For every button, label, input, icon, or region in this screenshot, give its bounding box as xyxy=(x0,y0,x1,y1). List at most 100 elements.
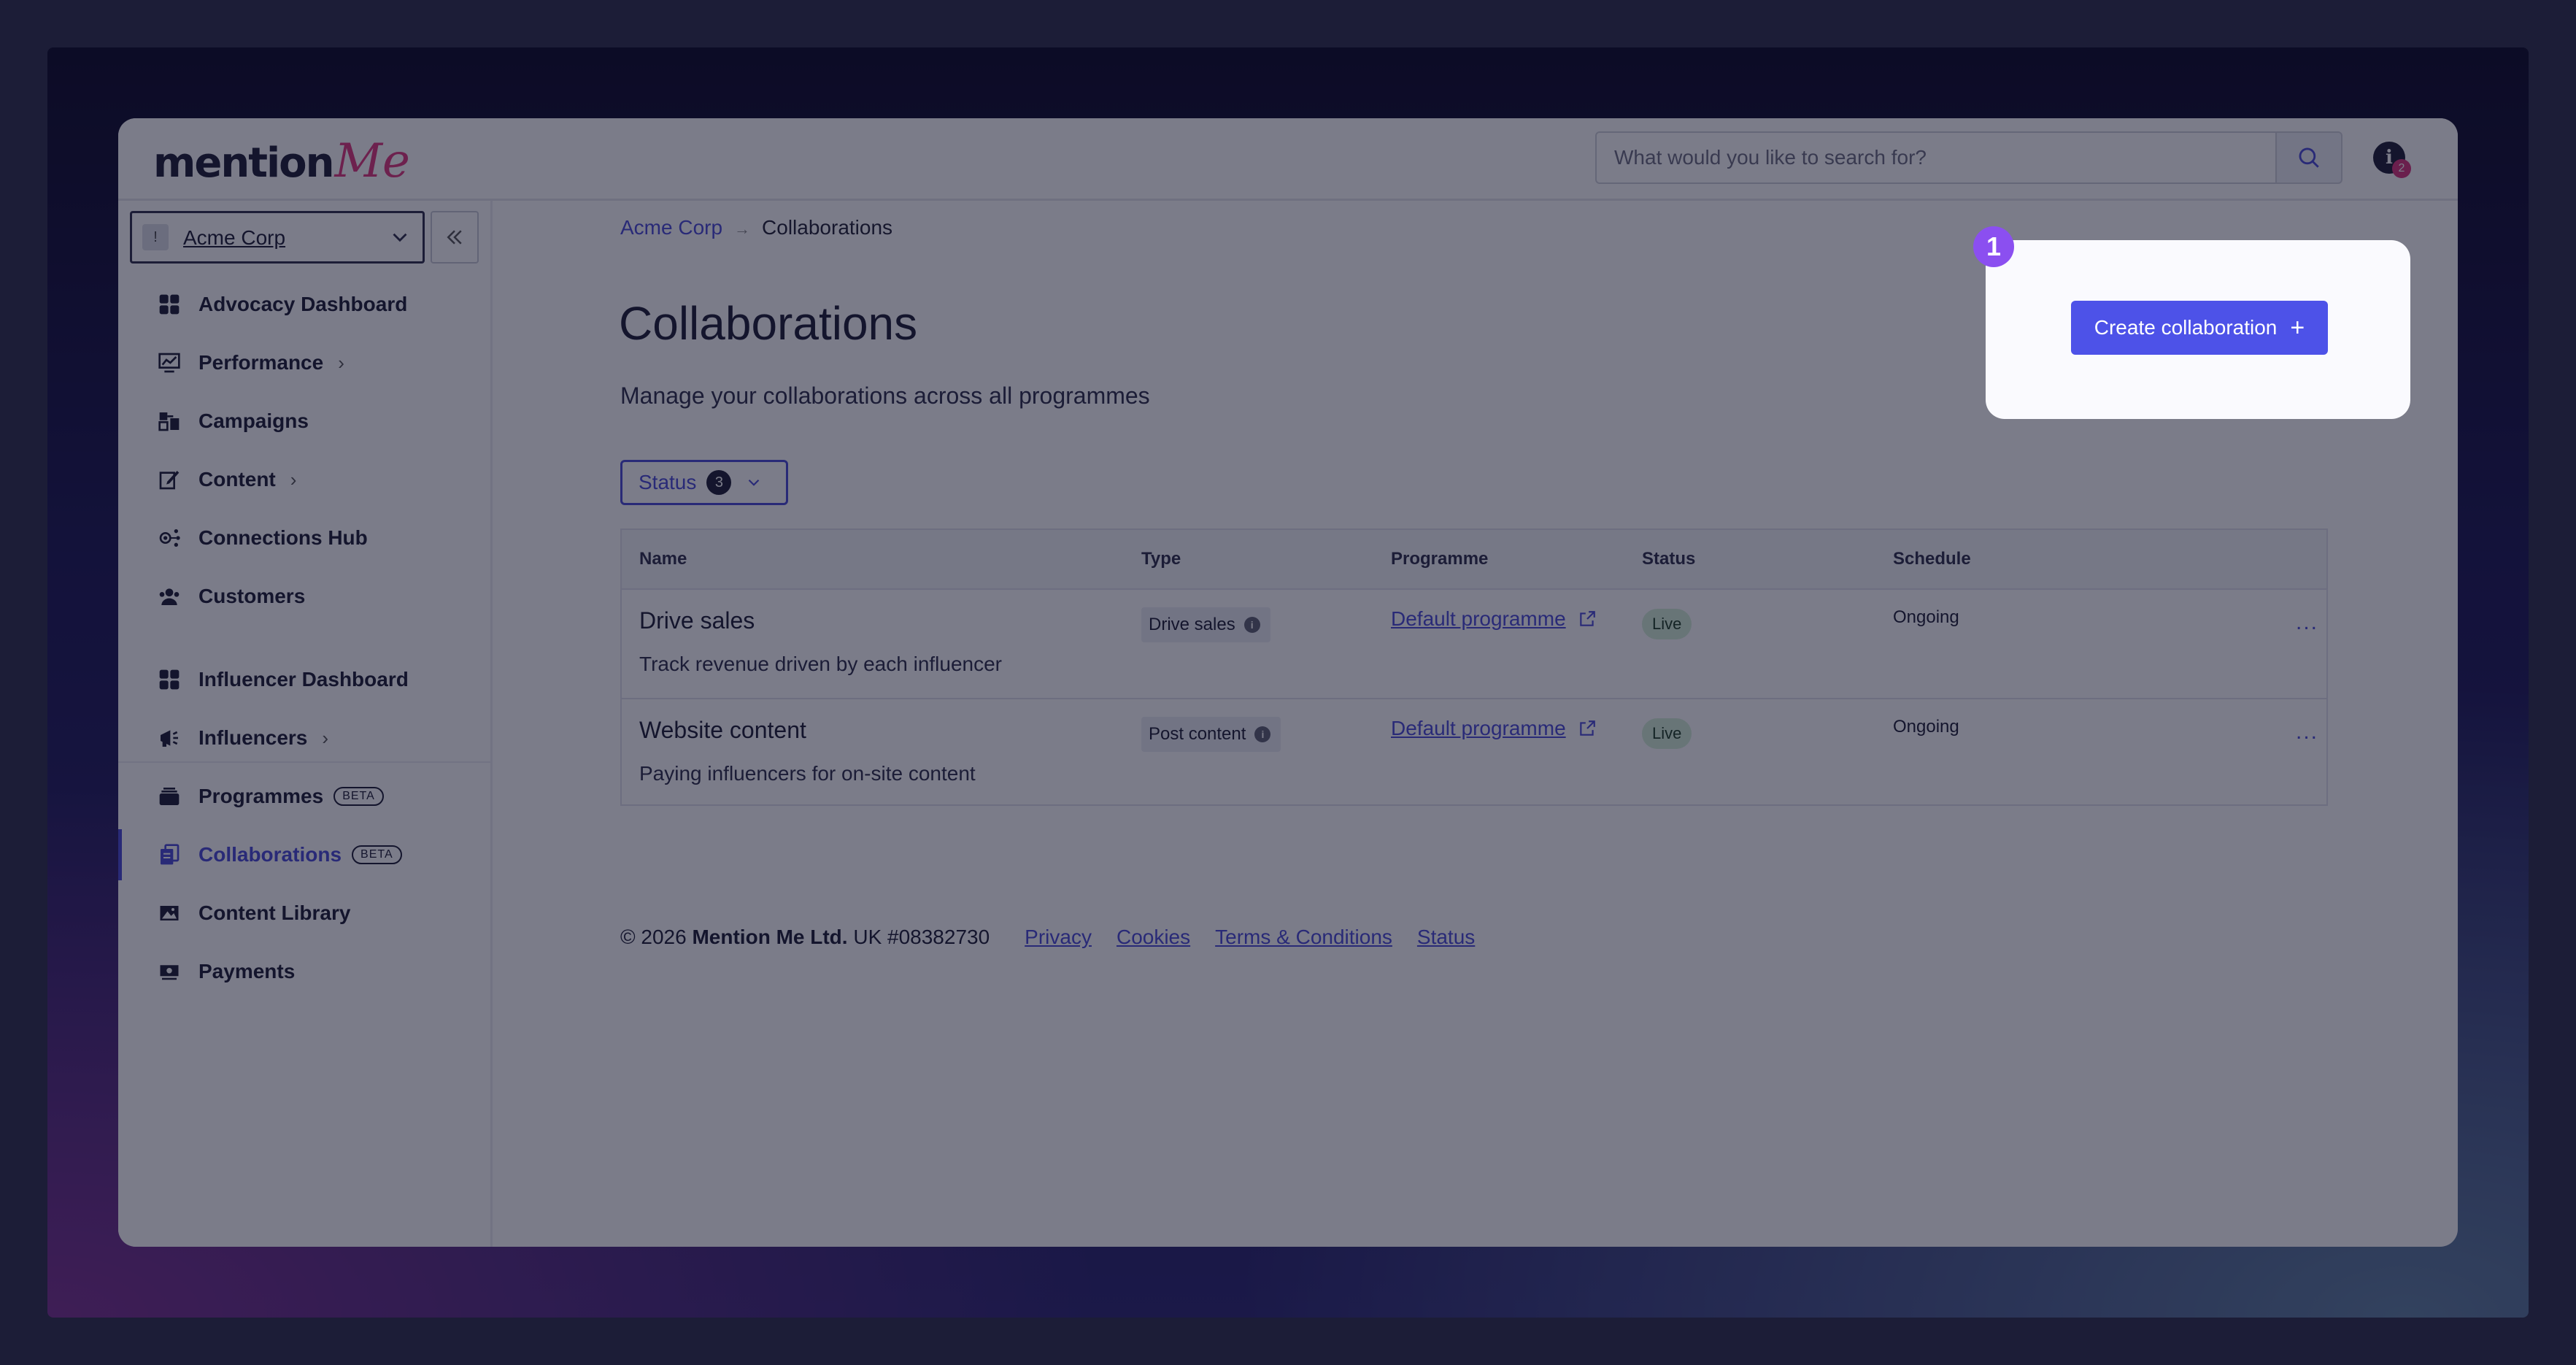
breadcrumb-link-acme-corp[interactable]: Acme Corp xyxy=(620,216,722,239)
external-link-icon xyxy=(1579,720,1595,736)
search-button[interactable] xyxy=(2277,131,2342,184)
programme-link-label: Default programme xyxy=(1391,717,1566,739)
page-subtitle: Manage your collaborations across all pr… xyxy=(620,382,1150,409)
collaboration-name[interactable]: Drive sales xyxy=(639,607,755,634)
sidebar-item-collaborations[interactable]: Collaborations BETA xyxy=(118,829,490,880)
grid-icon xyxy=(155,290,184,319)
status-filter-label: Status xyxy=(639,471,697,493)
collaboration-name[interactable]: Website content xyxy=(639,717,806,744)
type-tag: Drive sales i xyxy=(1141,607,1270,642)
org-name: Acme Corp xyxy=(183,226,286,249)
chevron-down-icon xyxy=(749,479,760,486)
sidebar-item-influencer-dashboard[interactable]: Influencer Dashboard xyxy=(118,654,490,705)
type-label: Post content xyxy=(1149,724,1246,744)
footer-link-cookies[interactable]: Cookies xyxy=(1117,926,1190,949)
external-link-icon xyxy=(1579,611,1595,626)
company-name: Mention Me Ltd. xyxy=(692,926,848,948)
programme-link-label: Default programme xyxy=(1391,607,1566,630)
sidebar-item-content[interactable]: Content › xyxy=(118,454,490,505)
sidebar-item-campaigns[interactable]: Campaigns xyxy=(118,396,490,447)
plus-icon: + xyxy=(2290,313,2305,342)
chevron-right-icon: › xyxy=(338,351,344,374)
mention-me-logo[interactable]: mentionMe xyxy=(153,134,410,188)
org-selector[interactable]: ! Acme Corp xyxy=(130,211,425,264)
sidebar-item-influencers[interactable]: Influencers › xyxy=(118,712,490,764)
sidebar-item-label: Influencer Dashboard xyxy=(198,668,409,691)
table-row[interactable]: Website content Paying influencers for o… xyxy=(622,698,2326,807)
sidebar-item-label: Advocacy Dashboard xyxy=(198,293,408,315)
sidebar-item-label: Connections Hub xyxy=(198,526,368,549)
collapse-sidebar-button[interactable] xyxy=(431,211,479,264)
edit-icon xyxy=(155,465,184,494)
connections-icon xyxy=(155,523,184,553)
beta-badge: BETA xyxy=(352,845,402,864)
page-title: Collaborations xyxy=(619,297,918,350)
beta-badge: BETA xyxy=(333,787,384,806)
chevron-right-icon: › xyxy=(322,726,329,749)
footer-links: Privacy Cookies Terms & Conditions Statu… xyxy=(1025,926,1475,949)
grid-icon xyxy=(155,665,184,694)
column-header-programme: Programme xyxy=(1391,549,1489,569)
sidebar-item-performance[interactable]: Performance › xyxy=(118,337,490,388)
sidebar-item-advocacy-dashboard[interactable]: Advocacy Dashboard xyxy=(118,279,490,330)
row-actions-menu-icon[interactable]: ... xyxy=(2296,610,2318,635)
sidebar-item-connections-hub[interactable]: Connections Hub xyxy=(118,512,490,564)
company-registration: UK #08382730 xyxy=(853,926,990,948)
sidebar-item-label: Payments xyxy=(198,960,296,983)
footer-link-status[interactable]: Status xyxy=(1417,926,1475,949)
status-badge: Live xyxy=(1642,718,1692,749)
column-header-name: Name xyxy=(639,549,687,569)
megaphone-icon xyxy=(155,723,184,753)
sidebar: ! Acme Corp Advocacy Dashboard Performan… xyxy=(118,201,493,1247)
schedule-value: Ongoing xyxy=(1893,717,1959,737)
search-input[interactable]: What would you like to search for? xyxy=(1595,131,2277,184)
collaborations-table: Name Type Programme Status Schedule Driv… xyxy=(620,528,2328,806)
create-collaboration-label: Create collaboration xyxy=(2094,316,2278,339)
sidebar-item-label: Collaborations xyxy=(198,843,342,866)
campaigns-icon xyxy=(155,407,184,436)
users-icon xyxy=(155,582,184,611)
type-tag: Post content i xyxy=(1141,717,1281,752)
logo-text: mention xyxy=(153,139,335,187)
column-header-schedule: Schedule xyxy=(1893,549,1971,569)
breadcrumb: Acme Corp → Collaborations xyxy=(620,216,892,239)
search-icon xyxy=(2299,147,2319,168)
sidebar-item-label: Programmes xyxy=(198,785,324,807)
info-icon[interactable]: i xyxy=(1254,726,1271,742)
chart-board-icon xyxy=(155,348,184,377)
sidebar-item-payments[interactable]: Payments xyxy=(118,946,490,997)
sidebar-item-content-library[interactable]: Content Library xyxy=(118,888,490,939)
logo-accent-text: Me xyxy=(334,134,410,188)
chevron-right-icon: › xyxy=(290,468,297,491)
documents-icon xyxy=(155,840,184,869)
top-header: mentionMe What would you like to search … xyxy=(118,118,2458,201)
notification-badge: 2 xyxy=(2392,159,2411,178)
programme-link[interactable]: Default programme xyxy=(1391,717,1597,740)
collaboration-description: Paying influencers for on-site content xyxy=(639,762,976,785)
tutorial-step-badge: 1 xyxy=(1973,226,2014,267)
status-filter-count: 3 xyxy=(706,470,732,495)
sidebar-item-label: Performance xyxy=(198,351,324,374)
status-filter-button[interactable]: Status 3 xyxy=(620,460,788,505)
table-header: Name Type Programme Status Schedule xyxy=(622,530,2326,590)
column-header-status: Status xyxy=(1642,549,1696,569)
copyright-year: © 2026 xyxy=(620,926,687,948)
stack-icon xyxy=(155,782,184,811)
sidebar-item-customers[interactable]: Customers xyxy=(118,571,490,622)
status-badge: Live xyxy=(1642,609,1692,639)
money-icon xyxy=(155,957,184,986)
sidebar-item-label: Content xyxy=(198,468,276,491)
info-icon[interactable]: i xyxy=(1243,617,1260,633)
copyright-text: © 2026 Mention Me Ltd. UK #08382730 xyxy=(620,926,990,949)
table-row[interactable]: Drive sales Track revenue driven by each… xyxy=(622,588,2326,699)
sidebar-item-label: Content Library xyxy=(198,901,351,924)
image-icon xyxy=(155,899,184,928)
row-actions-menu-icon[interactable]: ... xyxy=(2296,720,2318,745)
type-label: Drive sales xyxy=(1149,615,1235,634)
footer-link-terms[interactable]: Terms & Conditions xyxy=(1215,926,1392,949)
schedule-value: Ongoing xyxy=(1893,607,1959,627)
create-collaboration-button[interactable]: Create collaboration + xyxy=(2071,301,2328,355)
sidebar-item-programmes[interactable]: Programmes BETA xyxy=(118,771,490,822)
footer-link-privacy[interactable]: Privacy xyxy=(1025,926,1092,949)
programme-link[interactable]: Default programme xyxy=(1391,607,1597,631)
